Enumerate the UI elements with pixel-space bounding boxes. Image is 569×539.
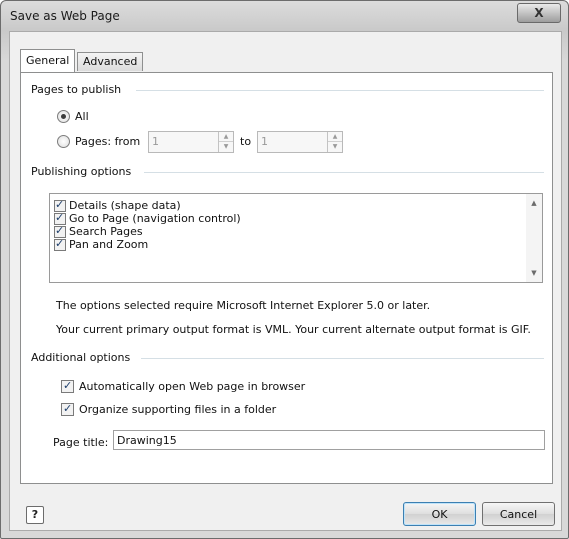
- radio-pages[interactable]: [57, 135, 70, 148]
- list-item[interactable]: Go to Page (navigation control): [54, 211, 241, 225]
- stepper-buttons: ▲ ▼: [218, 132, 233, 152]
- publishing-options-header: Publishing options: [31, 165, 132, 178]
- close-icon: X: [534, 6, 544, 20]
- auto-open-row[interactable]: Automatically open Web page in browser: [61, 379, 306, 393]
- publishing-options-list[interactable]: Details (shape data) Go to Page (navigat…: [49, 193, 543, 283]
- cancel-button[interactable]: Cancel: [482, 502, 555, 526]
- dialog-title: Save as Web Page: [10, 9, 120, 23]
- divider: [141, 358, 544, 359]
- list-item[interactable]: Search Pages: [54, 224, 143, 238]
- divider: [136, 90, 544, 91]
- radio-all-label: All: [75, 110, 89, 123]
- list-item-label: Details (shape data): [69, 199, 181, 212]
- radio-pages-label: Pages: from: [75, 135, 141, 148]
- ie-requirement-note: The options selected require Microsoft I…: [56, 299, 431, 312]
- to-page-value: 1: [261, 135, 268, 148]
- stepper-buttons: ▲ ▼: [327, 132, 342, 152]
- spin-down-icon[interactable]: ▼: [219, 142, 233, 151]
- help-icon: ?: [31, 508, 39, 521]
- general-tab-panel: Pages to publish All Pages: from 1 ▲ ▼ t…: [20, 72, 553, 484]
- title-bar[interactable]: Save as Web Page X: [1, 1, 568, 31]
- spin-down-icon[interactable]: ▼: [328, 142, 342, 151]
- list-item-label: Pan and Zoom: [69, 238, 149, 251]
- dialog-body: General Advanced Pages to publish All Pa…: [9, 31, 562, 531]
- list-item-label: Search Pages: [69, 225, 143, 238]
- from-page-stepper[interactable]: 1 ▲ ▼: [148, 131, 234, 153]
- divider: [144, 172, 544, 173]
- organize-files-row[interactable]: Organize supporting files in a folder: [61, 402, 277, 416]
- checkbox[interactable]: [54, 237, 66, 251]
- page-title-input[interactable]: Drawing15: [113, 430, 545, 450]
- save-as-web-page-dialog: Save as Web Page X General Advanced Page…: [0, 0, 569, 539]
- list-scrollbar[interactable]: ▲ ▼: [526, 194, 542, 282]
- to-page-stepper[interactable]: 1 ▲ ▼: [257, 131, 343, 153]
- tab-advanced[interactable]: Advanced: [77, 52, 144, 71]
- additional-options-header: Additional options: [31, 351, 131, 364]
- list-item-label: Go to Page (navigation control): [69, 212, 241, 225]
- list-item[interactable]: Details (shape data): [54, 198, 181, 212]
- help-button[interactable]: ?: [26, 506, 44, 524]
- organize-files-checkbox[interactable]: [61, 402, 74, 416]
- scroll-down-icon[interactable]: ▼: [526, 266, 542, 280]
- spin-up-icon[interactable]: ▲: [219, 132, 233, 142]
- tab-general[interactable]: General: [20, 49, 76, 72]
- scroll-up-icon[interactable]: ▲: [526, 196, 542, 210]
- auto-open-label: Automatically open Web page in browser: [79, 380, 306, 393]
- pages-to-publish-header: Pages to publish: [31, 83, 122, 96]
- radio-all[interactable]: [57, 110, 70, 123]
- close-button[interactable]: X: [517, 3, 561, 23]
- organize-files-label: Organize supporting files in a folder: [79, 403, 277, 416]
- ok-button[interactable]: OK: [403, 502, 476, 526]
- spin-up-icon[interactable]: ▲: [328, 132, 342, 142]
- page-title-label: Page title:: [53, 436, 109, 449]
- output-format-note: Your current primary output format is VM…: [56, 323, 531, 336]
- list-item[interactable]: Pan and Zoom: [54, 237, 149, 251]
- radio-pages-row[interactable]: Pages: from: [57, 135, 140, 148]
- from-page-value: 1: [152, 135, 159, 148]
- to-label: to: [240, 135, 252, 148]
- auto-open-checkbox[interactable]: [61, 379, 74, 393]
- radio-all-row[interactable]: All: [57, 110, 89, 123]
